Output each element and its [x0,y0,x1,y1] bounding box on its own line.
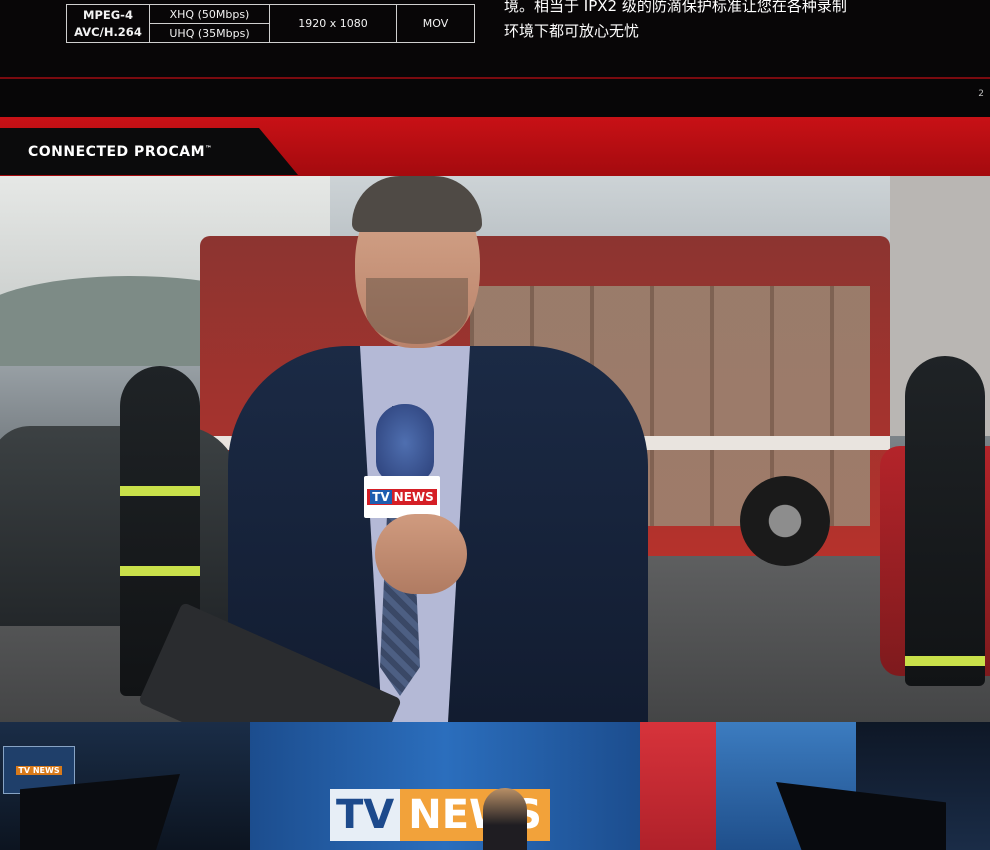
resolution-cell: 1920 x 1080 [269,4,397,43]
microphone [376,404,434,482]
mic-flag-logo: TV NEWS [367,489,437,505]
reporter-hair [352,176,482,232]
trademark-mark: ™ [205,144,213,153]
mic-flag: TV NEWS [364,476,440,518]
bitrate-cell-2: UHQ (35Mbps) [149,23,270,43]
reporter-photo: TV NEWS [0,176,990,722]
studio-monitor-label: TV NEWS [16,765,62,775]
codec-line-1: MPEG-4 [83,7,133,22]
bitrate-cell-1: XHQ (50Mbps) [149,4,270,24]
reporter-hand [375,514,467,594]
format-cell: MOV [396,4,475,43]
divider-line [0,77,990,79]
reporter-beard [366,278,468,344]
firefighter-right [905,356,985,686]
description-line-1: 境。相当于 IPX2 级的防滴保护标准让您在各种录制 [504,0,847,15]
tv-news-logo-news: NEWS [400,789,550,841]
codec-cell: MPEG-4 AVC/H.264 [66,4,150,43]
studio-red-pillar [640,722,716,850]
section-title: CONNECTED PROCAM™ [28,144,213,160]
codec-line-2: AVC/H.264 [74,24,142,39]
news-studio-photo: TV NEWS TV NEWS [0,722,990,850]
page-number: 2 [978,89,984,99]
description-line-2: 环境下都可放心无忧 [504,22,640,40]
section-title-text: CONNECTED PROCAM [28,144,206,160]
truck-wheel [740,476,830,566]
spec-table: MPEG-4 AVC/H.264 XHQ (50Mbps) 1920 x 108… [66,4,475,43]
news-anchor [483,788,527,850]
description-text: 境。相当于 IPX2 级的防滴保护标准让您在各种录制 环境下都可放心无忧 [504,0,974,44]
spec-section: MPEG-4 AVC/H.264 XHQ (50Mbps) 1920 x 108… [0,0,990,80]
tv-news-logo-tv: TV [330,789,401,841]
mic-flag-news: NEWS [393,490,434,504]
mic-flag-tv: TV [370,490,392,504]
